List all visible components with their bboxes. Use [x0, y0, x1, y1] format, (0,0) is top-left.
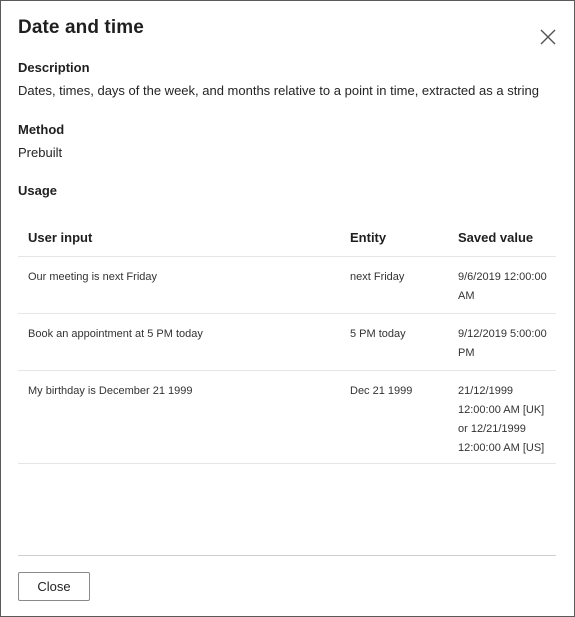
footer-divider [18, 555, 556, 556]
usage-label: Usage [18, 183, 58, 198]
close-button[interactable]: Close [18, 572, 90, 601]
date-time-dialog: Date and time Description Dates, times, … [0, 0, 575, 617]
cell-saved-value: 9/12/2019 5:00:00 PM [458, 325, 556, 363]
saved-value-line: 12:00:00 AM [UK] [458, 404, 545, 416]
close-icon[interactable] [539, 28, 559, 48]
saved-value-line: or 12/21/1999 [458, 423, 526, 435]
cell-saved-value: 21/12/1999 12:00:00 AM [UK] or 12/21/199… [458, 382, 556, 458]
table-header: User input Entity Saved value [18, 215, 556, 257]
method-label: Method [18, 122, 65, 137]
table-row: Book an appointment at 5 PM today 5 PM t… [18, 314, 556, 371]
cell-saved-value: 9/6/2019 12:00:00 AM [458, 268, 556, 306]
saved-value-line: 21/12/1999 [458, 385, 514, 397]
header-entity: Entity [350, 230, 387, 245]
cell-user-input: Our meeting is next Friday [28, 271, 157, 283]
dialog-title: Date and time [18, 17, 144, 38]
saved-value-line: PM [458, 347, 475, 359]
cell-entity: next Friday [350, 271, 405, 283]
saved-value-line: 9/6/2019 12:00:00 [458, 271, 547, 283]
description-value: Dates, times, days of the week, and mont… [18, 83, 539, 98]
table-row: Our meeting is next Friday next Friday 9… [18, 257, 556, 314]
cell-entity: Dec 21 1999 [350, 385, 413, 397]
description-label: Description [18, 60, 90, 75]
saved-value-line: 12:00:00 AM [US] [458, 442, 545, 454]
header-saved-value: Saved value [458, 230, 534, 245]
header-user-input: User input [28, 230, 93, 245]
cell-user-input: My birthday is December 21 1999 [28, 385, 193, 397]
cell-entity: 5 PM today [350, 328, 406, 340]
method-value: Prebuilt [18, 145, 63, 160]
saved-value-line: AM [458, 290, 475, 302]
saved-value-line: 9/12/2019 5:00:00 [458, 328, 547, 340]
usage-table: User input Entity Saved value Our meetin… [18, 215, 556, 464]
table-row: My birthday is December 21 1999 Dec 21 1… [18, 371, 556, 464]
cell-user-input: Book an appointment at 5 PM today [28, 328, 203, 340]
